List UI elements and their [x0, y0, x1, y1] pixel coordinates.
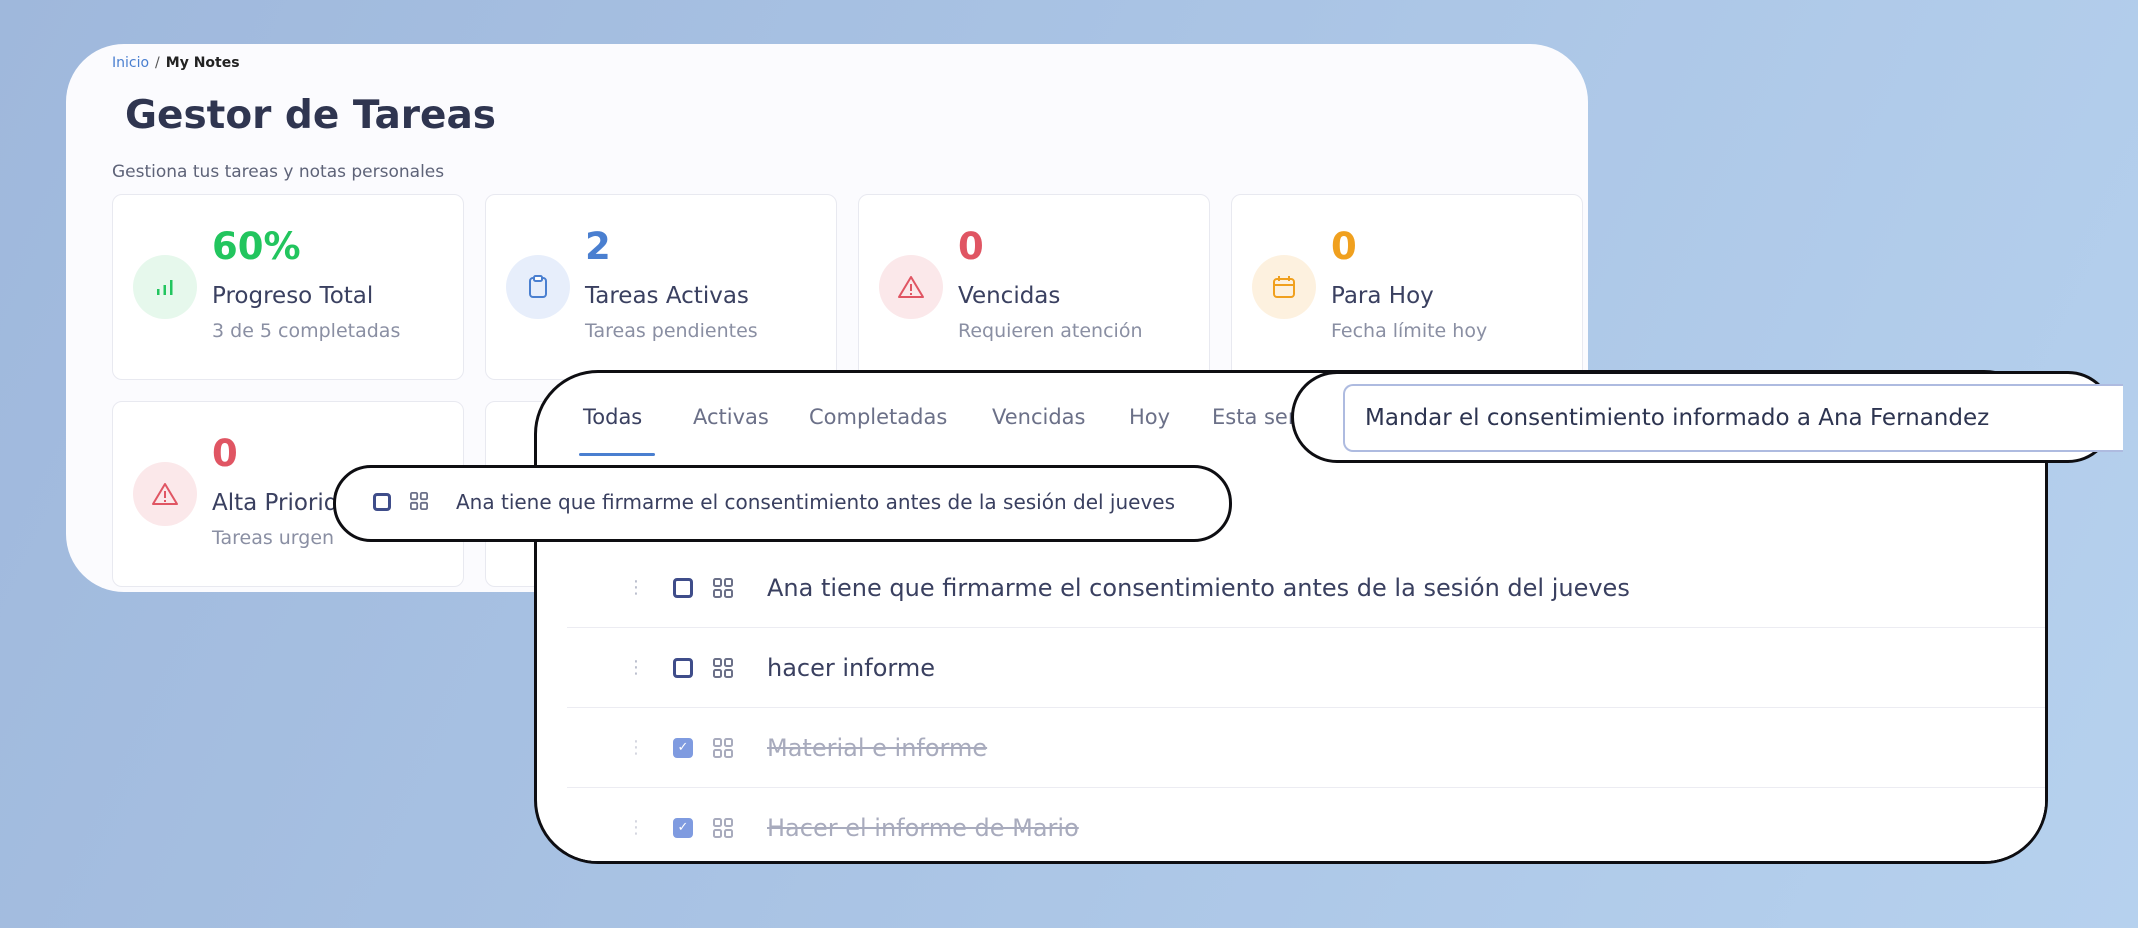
- drag-handle-icon[interactable]: ⋮: [627, 657, 645, 678]
- stat-value: 0: [212, 432, 238, 475]
- stat-value: 60%: [212, 225, 301, 268]
- task-checkbox-checked[interactable]: ✓: [673, 737, 693, 758]
- grid-icon[interactable]: [713, 577, 733, 598]
- breadcrumb-current: My Notes: [165, 55, 240, 71]
- stat-subtext: Tareas pendientes: [585, 320, 758, 342]
- stat-label: Para Hoy: [1331, 283, 1434, 309]
- task-row[interactable]: ⋮ ✓ Hacer el informe de Mario: [567, 788, 2045, 861]
- stat-subtext: Requieren atención: [958, 320, 1143, 342]
- task-text: Material e informe: [767, 733, 988, 762]
- tab-today[interactable]: Hoy: [1129, 405, 1170, 429]
- breadcrumb-separator: /: [155, 55, 160, 71]
- stat-card-progress: 60% Progreso Total 3 de 5 completadas: [112, 194, 464, 380]
- dragging-item-text: Ana tiene que firmarme el consentimiento…: [456, 490, 1176, 514]
- task-checkbox[interactable]: [373, 493, 391, 511]
- stat-value: 2: [585, 225, 611, 268]
- stat-subtext: 3 de 5 completadas: [212, 320, 401, 342]
- warning-icon: [879, 255, 943, 319]
- page-title: Gestor de Tareas: [125, 93, 496, 138]
- task-row[interactable]: ⋮ hacer informe: [567, 628, 2045, 708]
- task-text: Ana tiene que firmarme el consentimiento…: [767, 573, 1630, 602]
- task-checkbox[interactable]: [673, 577, 693, 598]
- search-input-callout: Mandar el consentimiento informado a Ana…: [1291, 371, 2123, 463]
- new-task-input[interactable]: Mandar el consentimiento informado a Ana…: [1343, 384, 2123, 452]
- task-checkbox[interactable]: [673, 657, 693, 678]
- drag-handle-icon[interactable]: ⋮: [627, 737, 645, 758]
- drag-handle-icon[interactable]: ⋮: [627, 817, 645, 838]
- clipboard-icon: [506, 255, 570, 319]
- warning-icon: [133, 462, 197, 526]
- task-list: ⋮ Ana tiene que firmarme el consentimien…: [567, 548, 2045, 861]
- breadcrumb-home-link[interactable]: Inicio: [112, 55, 149, 71]
- grid-icon[interactable]: [713, 817, 733, 838]
- tab-completed[interactable]: Completadas: [809, 405, 947, 429]
- grid-icon[interactable]: [713, 657, 733, 678]
- task-row[interactable]: ⋮ ✓ Material e informe: [567, 708, 2045, 788]
- active-tab-indicator: [579, 453, 655, 456]
- tab-active[interactable]: Activas: [693, 405, 769, 429]
- grid-icon[interactable]: [410, 492, 428, 510]
- stat-value: 0: [1331, 225, 1357, 268]
- stat-subtext: Fecha límite hoy: [1331, 320, 1488, 342]
- stat-label: Tareas Activas: [585, 283, 749, 309]
- stat-subtext: Tareas urgen: [212, 527, 335, 549]
- stat-card-overdue: 0 Vencidas Requieren atención: [858, 194, 1210, 380]
- stat-label: Alta Priorid: [212, 490, 339, 516]
- page-subtitle: Gestiona tus tareas y notas personales: [112, 162, 445, 182]
- stat-label: Vencidas: [958, 283, 1061, 309]
- task-text: hacer informe: [767, 653, 935, 682]
- tab-all[interactable]: Todas: [583, 405, 642, 429]
- task-row[interactable]: ⋮ Ana tiene que firmarme el consentimien…: [567, 548, 2045, 628]
- breadcrumb: Inicio / My Notes: [112, 55, 240, 71]
- task-text: Hacer el informe de Mario: [767, 813, 1079, 842]
- stat-value: 0: [958, 225, 984, 268]
- stat-label: Progreso Total: [212, 283, 374, 309]
- stat-card-due-today: 0 Para Hoy Fecha límite hoy: [1231, 194, 1583, 380]
- tab-overdue[interactable]: Vencidas: [992, 405, 1086, 429]
- grid-icon[interactable]: [713, 737, 733, 758]
- tab-this-week[interactable]: Esta sen: [1212, 405, 1301, 429]
- dragging-item-callout[interactable]: Ana tiene que firmarme el consentimiento…: [333, 465, 1232, 542]
- drag-handle-icon[interactable]: ⋮: [627, 577, 645, 598]
- task-checkbox-checked[interactable]: ✓: [673, 817, 693, 838]
- bar-chart-icon: [133, 255, 197, 319]
- calendar-icon: [1252, 255, 1316, 319]
- stat-card-active-tasks: 2 Tareas Activas Tareas pendientes: [485, 194, 837, 380]
